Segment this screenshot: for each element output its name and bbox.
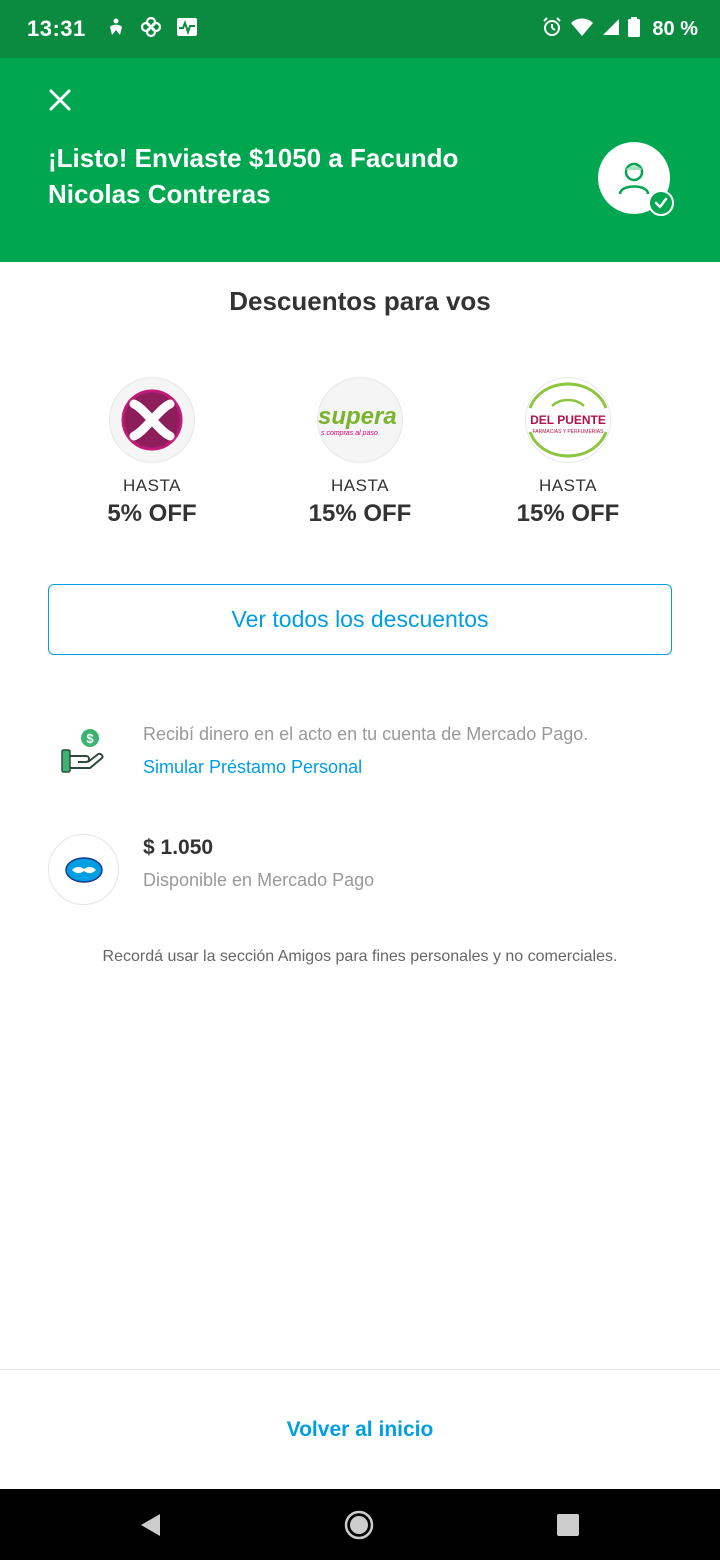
pinwheel-icon bbox=[140, 16, 162, 43]
success-header: ¡Listo! Enviaste $1050 a Facundo Nicolas… bbox=[0, 58, 720, 262]
verified-badge bbox=[648, 190, 674, 216]
home-circle-icon bbox=[344, 1510, 374, 1540]
money-hand-icon: $ bbox=[61, 729, 104, 773]
discount-item[interactable]: supera s compras al paso HASTA 15% OFF bbox=[260, 378, 460, 528]
status-system-icons: 80 % bbox=[542, 16, 698, 42]
svg-text:$: $ bbox=[86, 731, 94, 746]
navigation-bar bbox=[0, 1489, 720, 1560]
mercado-pago-logo bbox=[48, 834, 119, 905]
battery-percentage: 80 % bbox=[652, 17, 698, 40]
status-time: 13:31 bbox=[27, 16, 86, 41]
handshake-icon bbox=[64, 856, 103, 883]
accessibility-icon bbox=[106, 17, 126, 42]
supera-logo-tagline: s compras al paso bbox=[321, 430, 378, 437]
status-bar: 13:31 80 % bbox=[0, 0, 720, 58]
discount-value: 15% OFF bbox=[516, 500, 620, 527]
signal-icon bbox=[602, 18, 620, 41]
nav-recents-button[interactable] bbox=[552, 1509, 584, 1541]
merchant-logo-del-puente: DEL PUENTE FARMACIAS Y PERFUMERIAS bbox=[526, 378, 610, 462]
loan-offer: $ Recibí dinero en el acto en tu cuenta … bbox=[48, 718, 672, 788]
recipient-avatar bbox=[598, 142, 674, 216]
user-icon bbox=[618, 162, 650, 195]
discount-upto-label: HASTA bbox=[539, 476, 597, 495]
balance-caption: Disponible en Mercado Pago bbox=[143, 870, 375, 890]
nav-home-button[interactable] bbox=[343, 1509, 375, 1541]
merchant-logo-supera: supera s compras al paso bbox=[318, 378, 402, 462]
loan-description: Recibí dinero en el acto en tu cuenta de… bbox=[143, 724, 589, 744]
close-button[interactable] bbox=[44, 84, 76, 116]
confirmation-title: ¡Listo! Enviaste $1050 a Facundo Nicolas… bbox=[48, 143, 459, 209]
wifi-icon bbox=[570, 17, 594, 42]
balance-info: $ 1.050 Disponible en Mercado Pago bbox=[48, 832, 672, 906]
del-puente-logo-text: DEL PUENTE bbox=[530, 413, 606, 427]
discounts-title: Descuentos para vos bbox=[229, 286, 491, 316]
merchant-logo-x bbox=[110, 378, 194, 462]
supera-logo-text: supera bbox=[318, 403, 397, 430]
simulate-loan-link[interactable]: Simular Préstamo Personal bbox=[143, 757, 362, 778]
recents-square-icon bbox=[557, 1514, 579, 1536]
balance-amount: $ 1.050 bbox=[143, 836, 214, 859]
close-icon bbox=[49, 89, 71, 111]
status-notification-icons bbox=[106, 16, 198, 43]
discount-upto-label: HASTA bbox=[123, 476, 181, 495]
see-all-discounts-button[interactable]: Ver todos los descuentos bbox=[48, 584, 672, 655]
back-triangle-icon bbox=[141, 1514, 160, 1536]
check-icon bbox=[654, 197, 668, 209]
discount-upto-label: HASTA bbox=[331, 476, 389, 495]
battery-icon bbox=[628, 16, 641, 42]
discount-value: 15% OFF bbox=[308, 500, 412, 527]
back-home-button[interactable]: Volver al inicio bbox=[0, 1400, 720, 1460]
discount-item[interactable]: HASTA 5% OFF bbox=[52, 378, 252, 528]
del-puente-logo-tagline: FARMACIAS Y PERFUMERIAS bbox=[533, 429, 605, 435]
alarm-icon bbox=[542, 16, 562, 42]
disclaimer-text: Recordá usar la sección Amigos para fine… bbox=[102, 948, 618, 965]
nav-back-button[interactable] bbox=[134, 1509, 166, 1541]
activity-icon bbox=[176, 17, 198, 42]
footer-divider bbox=[0, 1369, 720, 1370]
discount-value: 5% OFF bbox=[107, 500, 197, 527]
discount-item[interactable]: DEL PUENTE FARMACIAS Y PERFUMERIAS HASTA… bbox=[468, 378, 668, 528]
